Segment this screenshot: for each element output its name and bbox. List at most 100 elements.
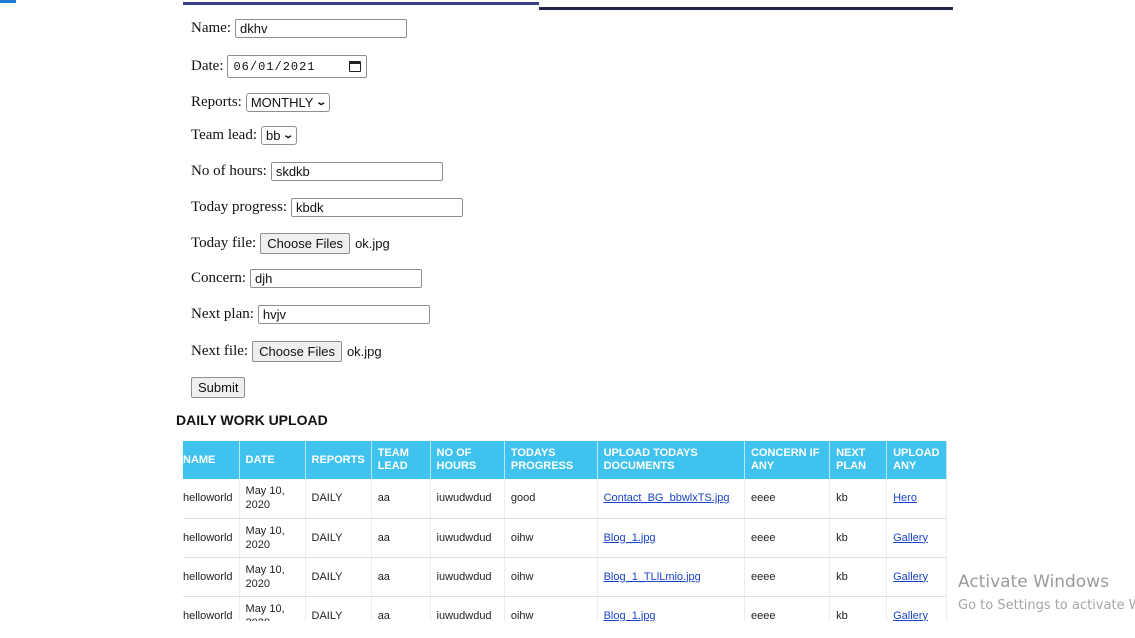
cell-concern: eeee [744, 479, 831, 519]
next-file-row: Next file: Choose Files ok.jpg [191, 341, 382, 362]
upload-any-link[interactable]: Gallery [893, 532, 928, 544]
header-progress: TODAYS PROGRESS [504, 441, 598, 479]
header-reports: REPORTS [305, 441, 372, 479]
cell-next-plan: kb [829, 557, 888, 597]
progress-input[interactable]: kbdk [291, 198, 464, 217]
date-label: Date: [191, 58, 224, 74]
cell-document: Contact_BG_bbwlxTS.jpg [597, 479, 745, 519]
team-lead-select[interactable]: bb ⌄ [261, 126, 297, 145]
next-file-choose-button[interactable]: Choose Files [252, 341, 342, 362]
team-lead-selected-value: bb [266, 128, 281, 143]
header-name: NAME [183, 441, 240, 479]
cell-hours: iuwudwdud [430, 557, 505, 597]
concern-row: Concern: djh [191, 269, 422, 288]
work-upload-table: NAME DATE REPORTS TEAM LEAD NO OF HOURS … [183, 441, 947, 621]
cell-concern: eeee [744, 596, 831, 621]
top-left-accent [0, 0, 16, 3]
cell-name: helloworld [183, 596, 240, 621]
cell-team-lead: aa [371, 479, 431, 519]
progress-label: Today progress: [191, 199, 288, 215]
upload-any-link[interactable]: Gallery [893, 610, 928, 622]
hours-row: No of hours: skdkb [191, 162, 443, 181]
hours-input[interactable]: skdkb [270, 162, 443, 181]
cell-upload-any: Hero [886, 479, 947, 519]
table-row: helloworld May 10, 2020 DAILY aa iuwudwd… [183, 518, 947, 558]
header-next-plan: NEXT PLAN [829, 441, 888, 479]
today-file-row: Today file: Choose Files ok.jpg [191, 233, 390, 254]
chevron-down-icon: ⌄ [282, 130, 295, 141]
top-rule-left [183, 2, 539, 5]
cell-document: Blog_1.jpg [597, 596, 745, 622]
name-input[interactable]: dkhv [234, 19, 407, 38]
cell-hours: iuwudwdud [430, 479, 505, 519]
cell-hours: iuwudwdud [430, 596, 505, 621]
cell-reports: DAILY [305, 557, 372, 597]
team-lead-row: Team lead: bb ⌄ [191, 126, 297, 145]
reports-label: Reports: [191, 94, 242, 110]
cell-date: May 10, 2020 [239, 557, 306, 597]
reports-selected-value: MONTHLY [250, 95, 314, 110]
concern-label: Concern: [191, 270, 246, 286]
cell-reports: DAILY [305, 479, 372, 519]
activate-windows-watermark-title: Activate Windows [958, 572, 1109, 592]
cell-team-lead: aa [371, 557, 431, 597]
cell-name: helloworld [183, 557, 240, 597]
header-upload-any: UPLOAD ANY [886, 441, 947, 479]
next-plan-row: Next plan: hvjv [191, 305, 430, 324]
today-file-name: ok.jpg [355, 236, 390, 251]
cell-name: helloworld [183, 518, 240, 558]
submit-row: Submit [191, 377, 246, 398]
today-file-label: Today file: [191, 235, 257, 251]
cell-date: May 10, 2020 [239, 479, 306, 519]
section-title: DAILY WORK UPLOAD [176, 412, 328, 428]
cell-date: May 10, 2020 [239, 596, 306, 621]
table-header-row: NAME DATE REPORTS TEAM LEAD NO OF HOURS … [183, 441, 947, 479]
cell-name: helloworld [183, 479, 240, 519]
next-plan-label: Next plan: [191, 306, 254, 322]
calendar-icon[interactable] [349, 61, 362, 72]
cell-progress: oihw [504, 596, 598, 621]
submit-button[interactable]: Submit [191, 377, 246, 398]
today-file-choose-button[interactable]: Choose Files [260, 233, 351, 254]
cell-upload-any: Gallery [886, 557, 947, 597]
document-link[interactable]: Contact_BG_bbwlxTS.jpg [604, 492, 730, 504]
table-row: helloworld May 10, 2020 DAILY aa iuwudwd… [183, 557, 947, 597]
header-team-lead: TEAM LEAD [371, 441, 431, 479]
concern-input[interactable]: djh [249, 269, 422, 288]
upload-any-link[interactable]: Gallery [893, 571, 928, 583]
cell-next-plan: kb [829, 596, 888, 621]
document-link[interactable]: Blog_1_TLlLmio.jpg [604, 571, 701, 583]
header-date: DATE [239, 441, 306, 479]
reports-select[interactable]: MONTHLY ⌄ [245, 93, 330, 112]
cell-progress: oihw [504, 557, 598, 597]
date-value: 06/01/2021 [233, 59, 316, 74]
next-plan-input[interactable]: hvjv [257, 305, 430, 324]
name-label: Name: [191, 20, 231, 36]
table-row: helloworld May 10, 2020 DAILY aa iuwudwd… [183, 479, 947, 519]
cell-hours: iuwudwdud [430, 518, 505, 558]
team-lead-label: Team lead: [191, 127, 257, 143]
cell-team-lead: aa [371, 596, 431, 621]
chevron-down-icon: ⌄ [315, 97, 328, 108]
progress-row: Today progress: kbdk [191, 198, 464, 217]
work-upload-table-viewport: NAME DATE REPORTS TEAM LEAD NO OF HOURS … [183, 441, 953, 621]
cell-next-plan: kb [829, 518, 888, 558]
next-file-name: ok.jpg [346, 344, 382, 359]
cell-concern: eeee [744, 557, 831, 597]
header-concern: CONCERN IF ANY [744, 441, 831, 479]
date-input[interactable]: 06/01/2021 [227, 55, 368, 78]
top-rule-right [539, 7, 953, 10]
header-documents: UPLOAD TODAYS DOCUMENTS [597, 441, 745, 479]
table-row: helloworld May 10, 2020 DAILY aa iuwudwd… [183, 596, 947, 621]
cell-document: Blog_1_TLlLmio.jpg [597, 557, 745, 597]
cell-upload-any: Gallery [886, 596, 947, 622]
document-link[interactable]: Blog_1.jpg [604, 532, 656, 544]
upload-any-link[interactable]: Hero [893, 492, 917, 504]
header-hours: NO OF HOURS [430, 441, 505, 479]
cell-team-lead: aa [371, 518, 431, 558]
cell-document: Blog_1.jpg [597, 518, 745, 558]
next-file-label: Next file: [191, 343, 249, 359]
document-link[interactable]: Blog_1.jpg [604, 610, 656, 622]
cell-next-plan: kb [829, 479, 888, 519]
activate-windows-watermark-subtitle: Go to Settings to activate Windows. [958, 598, 1135, 613]
